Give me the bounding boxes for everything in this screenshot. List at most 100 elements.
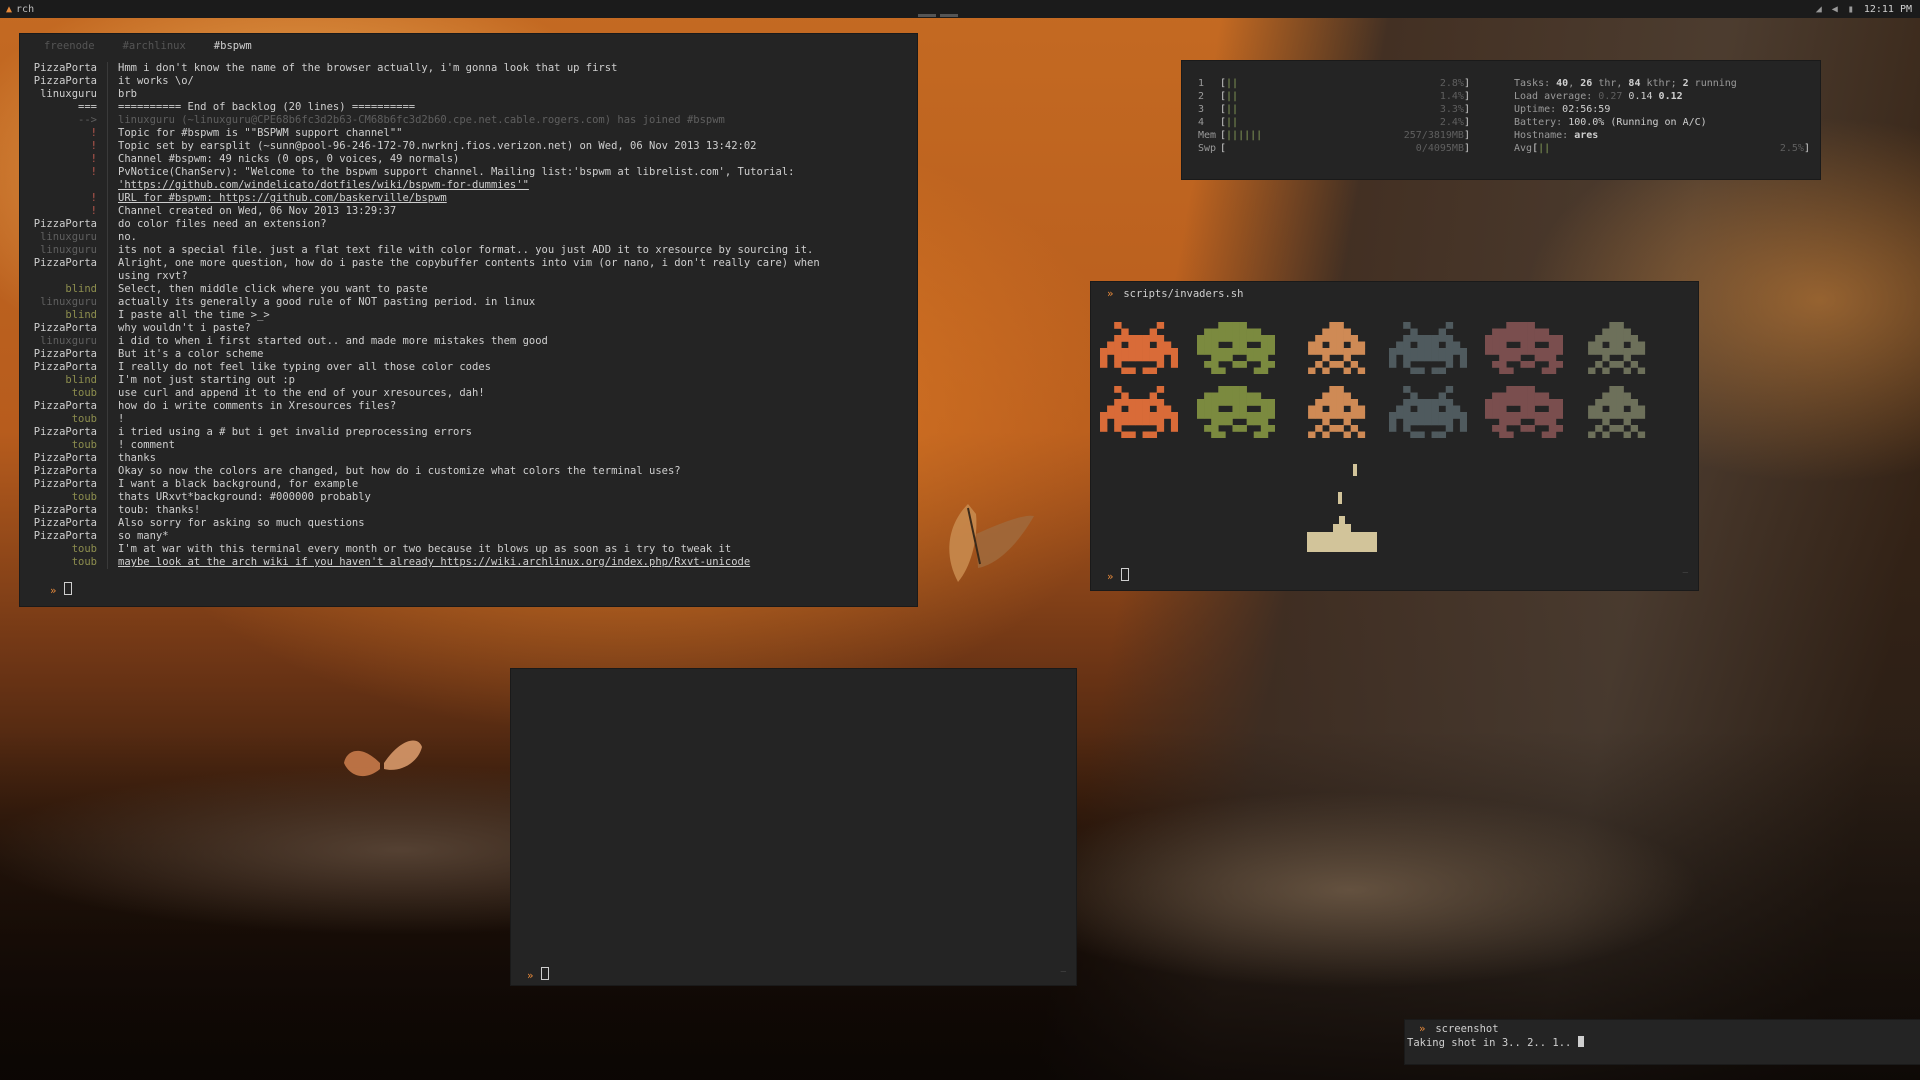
command-text: scripts/invaders.sh <box>1123 288 1244 300</box>
irc-message-row: toub I'm at war with this terminal every … <box>20 543 917 556</box>
irc-message-row: linuxguru i did to when i first started o… <box>20 335 917 348</box>
irc-nick[interactable]: ! <box>20 205 107 218</box>
irc-nick[interactable]: toub <box>20 413 107 426</box>
irc-nick[interactable]: linuxguru <box>20 88 107 101</box>
irc-nick[interactable]: blind <box>20 309 107 322</box>
irc-message-text: URL for #bspwm: https://github.com/baske… <box>118 192 447 204</box>
irc-nick[interactable]: PizzaPorta <box>20 257 107 270</box>
irc-nick[interactable]: linuxguru <box>20 244 107 257</box>
irc-message-text: I want a black background, for example <box>118 478 359 490</box>
tasks-line: Tasks: 40, 26 thr, 84 kthr; 2 running <box>1514 78 1737 89</box>
irc-nick[interactable]: toub <box>20 556 107 569</box>
irc-nick[interactable]: ! <box>20 192 107 205</box>
irc-nick[interactable] <box>20 270 107 283</box>
irc-nick[interactable]: linuxguru <box>20 335 107 348</box>
invader-sprite-icon <box>1485 386 1563 438</box>
irc-message-text: linuxguru (~linuxguru@CPE68b6fc3d2b63-CM… <box>118 114 725 126</box>
irc-message-text: ========== End of backlog (20 lines) ===… <box>118 101 416 113</box>
irc-nick[interactable]: PizzaPorta <box>20 322 107 335</box>
irc-message-text: Topic set by earsplit (~sunn@pool-96-246… <box>118 140 757 152</box>
player-cannon-icon <box>1307 516 1377 552</box>
irc-nick[interactable]: PizzaPorta <box>20 426 107 439</box>
irc-message-row: toub use curl and append it to the end of… <box>20 387 917 400</box>
irc-client-window[interactable]: freenode #archlinux #bspwm PizzaPorta Hmm… <box>20 34 917 606</box>
text-cursor <box>1577 1036 1584 1047</box>
swap-meter: Swp[0/4095MB] <box>1198 143 1470 154</box>
invader-sprite-icon <box>1389 386 1467 438</box>
irc-nick[interactable]: toub <box>20 543 107 556</box>
irc-nick[interactable]: linuxguru <box>20 231 107 244</box>
irc-message-text: I'm not just starting out :p <box>118 374 296 386</box>
irc-message-row: PizzaPorta i tried using a # but i get in… <box>20 426 917 439</box>
htop-window[interactable]: 1[|| 2.8%] 2[|| 1.4%] 3[|| 3.3%] 4[|| 2.4%] … <box>1182 61 1820 179</box>
irc-message-row: toub ! comment <box>20 439 917 452</box>
irc-nick[interactable]: PizzaPorta <box>20 348 107 361</box>
terminal-output: Taking shot in 3.. 2.. 1.. <box>1407 1036 1584 1049</box>
irc-nick[interactable]: ! <box>20 140 107 153</box>
network-icon[interactable]: ◢ <box>1816 4 1822 15</box>
tab-archlinux[interactable]: #archlinux <box>123 40 186 52</box>
irc-message-text: Also sorry for asking so much questions <box>118 517 365 529</box>
irc-nick[interactable]: toub <box>20 439 107 452</box>
invader-sprite-icon <box>1197 322 1275 374</box>
irc-nick[interactable]: ! <box>20 153 107 166</box>
irc-nick[interactable]: PizzaPorta <box>20 478 107 491</box>
irc-message-row: PizzaPorta Hmm i don't know the name of t… <box>20 62 917 75</box>
irc-nick[interactable]: PizzaPorta <box>20 361 107 374</box>
irc-nick[interactable]: === <box>20 101 107 114</box>
irc-message-text: how do i write comments in Xresources fi… <box>118 400 397 412</box>
irc-nick[interactable]: PizzaPorta <box>20 517 107 530</box>
irc-message-row: ! Topic for #bspwm is ""BSPWM support cha… <box>20 127 917 140</box>
terminal-input[interactable]: » <box>527 967 550 982</box>
tab-bspwm[interactable]: #bspwm <box>214 40 252 52</box>
irc-nick[interactable]: PizzaPorta <box>20 400 107 413</box>
irc-nick[interactable]: PizzaPorta <box>20 530 107 543</box>
top-status-bar: ▲ rch ◢ ◀ ▮ 12:11 PM <box>0 0 1920 18</box>
irc-message-text: Select, then middle click where you want… <box>118 283 428 295</box>
irc-nick[interactable]: toub <box>20 387 107 400</box>
irc-message-row: blind I paste all the time >_> <box>20 309 917 322</box>
irc-nick[interactable]: PizzaPorta <box>20 218 107 231</box>
irc-nick[interactable] <box>20 179 107 192</box>
irc-message-row: ! PvNotice(ChanServ): "Welcome to the bsp… <box>20 166 917 179</box>
irc-nick[interactable]: PizzaPorta <box>20 452 107 465</box>
volume-icon[interactable]: ◀ <box>1832 4 1838 15</box>
battery-icon[interactable]: ▮ <box>1848 4 1854 15</box>
irc-nick[interactable]: toub <box>20 491 107 504</box>
irc-nick[interactable]: PizzaPorta <box>20 62 107 75</box>
irc-message-row: PizzaPorta But it's a color scheme <box>20 348 917 361</box>
irc-nick[interactable]: linuxguru <box>20 296 107 309</box>
irc-nick[interactable]: --> <box>20 114 107 127</box>
irc-nick[interactable]: blind <box>20 283 107 296</box>
invaders-input[interactable]: » <box>1107 568 1130 583</box>
butterfly-icon <box>344 740 422 777</box>
irc-input[interactable]: » <box>50 582 73 597</box>
irc-nick[interactable]: PizzaPorta <box>20 75 107 88</box>
terminal-command-line: » screenshot <box>1419 1023 1499 1035</box>
irc-nick[interactable]: blind <box>20 374 107 387</box>
irc-nick[interactable]: PizzaPorta <box>20 465 107 478</box>
irc-nick[interactable]: PizzaPorta <box>20 504 107 517</box>
irc-nick[interactable]: ! <box>20 127 107 140</box>
irc-message-row: PizzaPorta how do i write comments in Xre… <box>20 400 917 413</box>
irc-message-text: actually its generally a good rule of NO… <box>118 296 536 308</box>
empty-terminal-window[interactable]: » — <box>511 669 1076 985</box>
irc-message-text: brb <box>118 88 137 100</box>
terminal-command-line: » scripts/invaders.sh <box>1107 288 1243 300</box>
irc-message-text: so many* <box>118 530 169 542</box>
irc-message-row: PizzaPorta Also sorry for asking so much … <box>20 517 917 530</box>
cpu-meter: 4[|| 2.4%] <box>1198 117 1470 128</box>
irc-message-row: PizzaPorta so many* <box>20 530 917 543</box>
screenshot-terminal-window[interactable]: » screenshot Taking shot in 3.. 2.. 1.. <box>1405 1020 1920 1064</box>
irc-message-text: Alright, one more question, how do i pas… <box>118 257 820 269</box>
workspace-indicator[interactable]: ▲ rch <box>0 4 34 15</box>
irc-message-row: blind I'm not just starting out :p <box>20 374 917 387</box>
irc-message-text: Okay so now the colors are changed, but … <box>118 465 681 477</box>
irc-message-row: ! Topic set by earsplit (~sunn@pool-96-24… <box>20 140 917 153</box>
irc-message-text: Channel created on Wed, 06 Nov 2013 13:2… <box>118 205 397 217</box>
irc-nick[interactable]: ! <box>20 166 107 179</box>
irc-message-text: thanks <box>118 452 156 464</box>
invaders-terminal-window[interactable]: » scripts/invaders.sh » — <box>1091 282 1698 590</box>
tab-freenode[interactable]: freenode <box>44 40 95 52</box>
hostname-line: Hostname: ares <box>1514 130 1599 141</box>
